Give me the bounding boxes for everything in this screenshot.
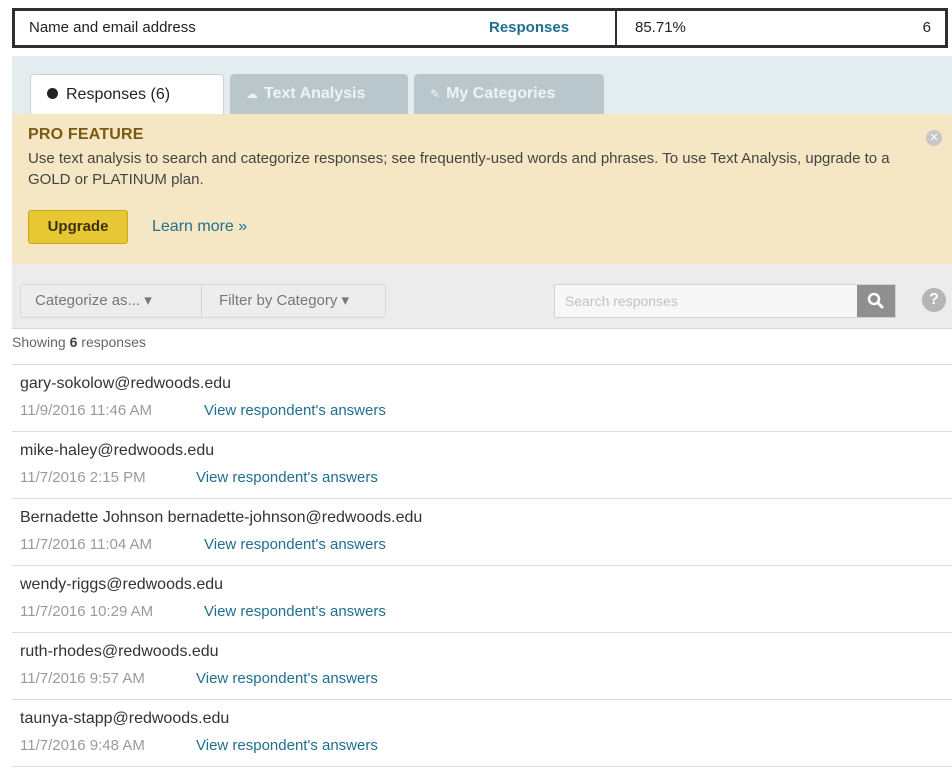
help-icon[interactable]: ? [922,288,946,312]
showing-suffix: responses [77,334,146,350]
question-title: Name and email address [29,19,196,36]
pro-feature-title: PRO FEATURE [28,126,144,143]
response-text: ruth-rhodes@redwoods.edu [20,643,219,660]
upgrade-button[interactable]: Upgrade [28,210,128,244]
learn-more-link[interactable]: Learn more » [152,218,247,236]
tab-bar: Responses (6) ☁ Text Analysis ✎ My Categor… [12,56,952,114]
pro-feature-banner: PRO FEATURE Use text analysis to search … [12,114,952,264]
view-respondent-link[interactable]: View respondent's answers [204,402,386,419]
list-item: taunya-stapp@redwoods.edu 11/7/2016 9:48… [12,699,952,766]
chevron-down-icon: ▾ [144,292,152,309]
view-respondent-link[interactable]: View respondent's answers [196,737,378,754]
dot-icon [47,88,58,100]
view-respondent-link[interactable]: View respondent's answers [204,536,386,553]
tab-responses-label: Responses (6) [66,86,171,103]
list-item: Bernadette Johnson bernadette-johnson@re… [12,498,952,565]
tab-my-categories[interactable]: ✎ My Categories [414,74,604,114]
response-text: mike-haley@redwoods.edu [20,442,215,459]
response-text: wendy-riggs@redwoods.edu [20,576,224,593]
response-text: taunya-stapp@redwoods.edu [20,710,230,727]
categorize-as-dropdown[interactable]: Categorize as... ▾ [35,285,152,317]
categorize-as-label: Categorize as... [35,292,141,309]
cloud-icon: ☁ [246,87,258,101]
responses-toolbar: Categorize as... ▾ Filter by Category ▾ … [12,264,952,329]
toolbar-divider [201,285,202,317]
response-list: gary-sokolow@redwoods.edu 11/9/2016 11:4… [12,364,952,767]
response-text: gary-sokolow@redwoods.edu [20,375,232,392]
filter-by-category-label: Filter by Category [219,292,338,309]
search-input[interactable] [555,285,865,317]
response-percent: 85.71% [635,19,686,36]
summary-divider [615,11,617,45]
filter-by-category-dropdown[interactable]: Filter by Category ▾ [219,285,349,317]
search-icon [867,292,884,309]
view-respondent-link[interactable]: View respondent's answers [196,469,378,486]
list-item: wendy-riggs@redwoods.edu 11/7/2016 10:29… [12,565,952,632]
tab-text-analysis-label: Text Analysis [264,85,366,102]
tab-text-analysis[interactable]: ☁ Text Analysis [230,74,408,114]
response-timestamp: 11/7/2016 9:57 AM [20,670,145,687]
chevron-down-icon: ▾ [341,292,350,309]
question-summary-row: Name and email address Responses 85.71% … [12,8,948,48]
list-divider [12,766,952,767]
view-respondent-link[interactable]: View respondent's answers [196,670,378,687]
response-count: 6 [922,19,931,36]
pro-feature-text: Use text analysis to search and categori… [28,150,890,188]
search-box [554,284,896,318]
showing-prefix: Showing [12,334,70,350]
list-item: ruth-rhodes@redwoods.edu 11/7/2016 9:57 … [12,632,952,699]
response-timestamp: 11/7/2016 11:04 AM [20,536,153,553]
tab-responses[interactable]: Responses (6) [30,74,224,114]
responses-link[interactable]: Responses [489,11,569,45]
close-icon[interactable]: ✕ [926,130,942,146]
search-button[interactable] [857,285,895,317]
tag-icon: ✎ [430,87,441,101]
view-respondent-link[interactable]: View respondent's answers [204,603,386,620]
list-item: gary-sokolow@redwoods.edu 11/9/2016 11:4… [12,364,952,431]
tab-my-categories-label: My Categories [446,85,556,102]
category-controls: Categorize as... ▾ Filter by Category ▾ [20,284,386,318]
response-timestamp: 11/7/2016 10:29 AM [20,603,154,620]
response-text: Bernadette Johnson bernadette-johnson@re… [20,509,423,526]
response-timestamp: 11/7/2016 9:48 AM [20,737,145,754]
response-timestamp: 11/7/2016 2:15 PM [20,469,146,486]
response-timestamp: 11/9/2016 11:46 AM [20,402,153,419]
list-item: mike-haley@redwoods.edu 11/7/2016 2:15 P… [12,431,952,498]
showing-count: Showing 6 responses [12,334,146,350]
